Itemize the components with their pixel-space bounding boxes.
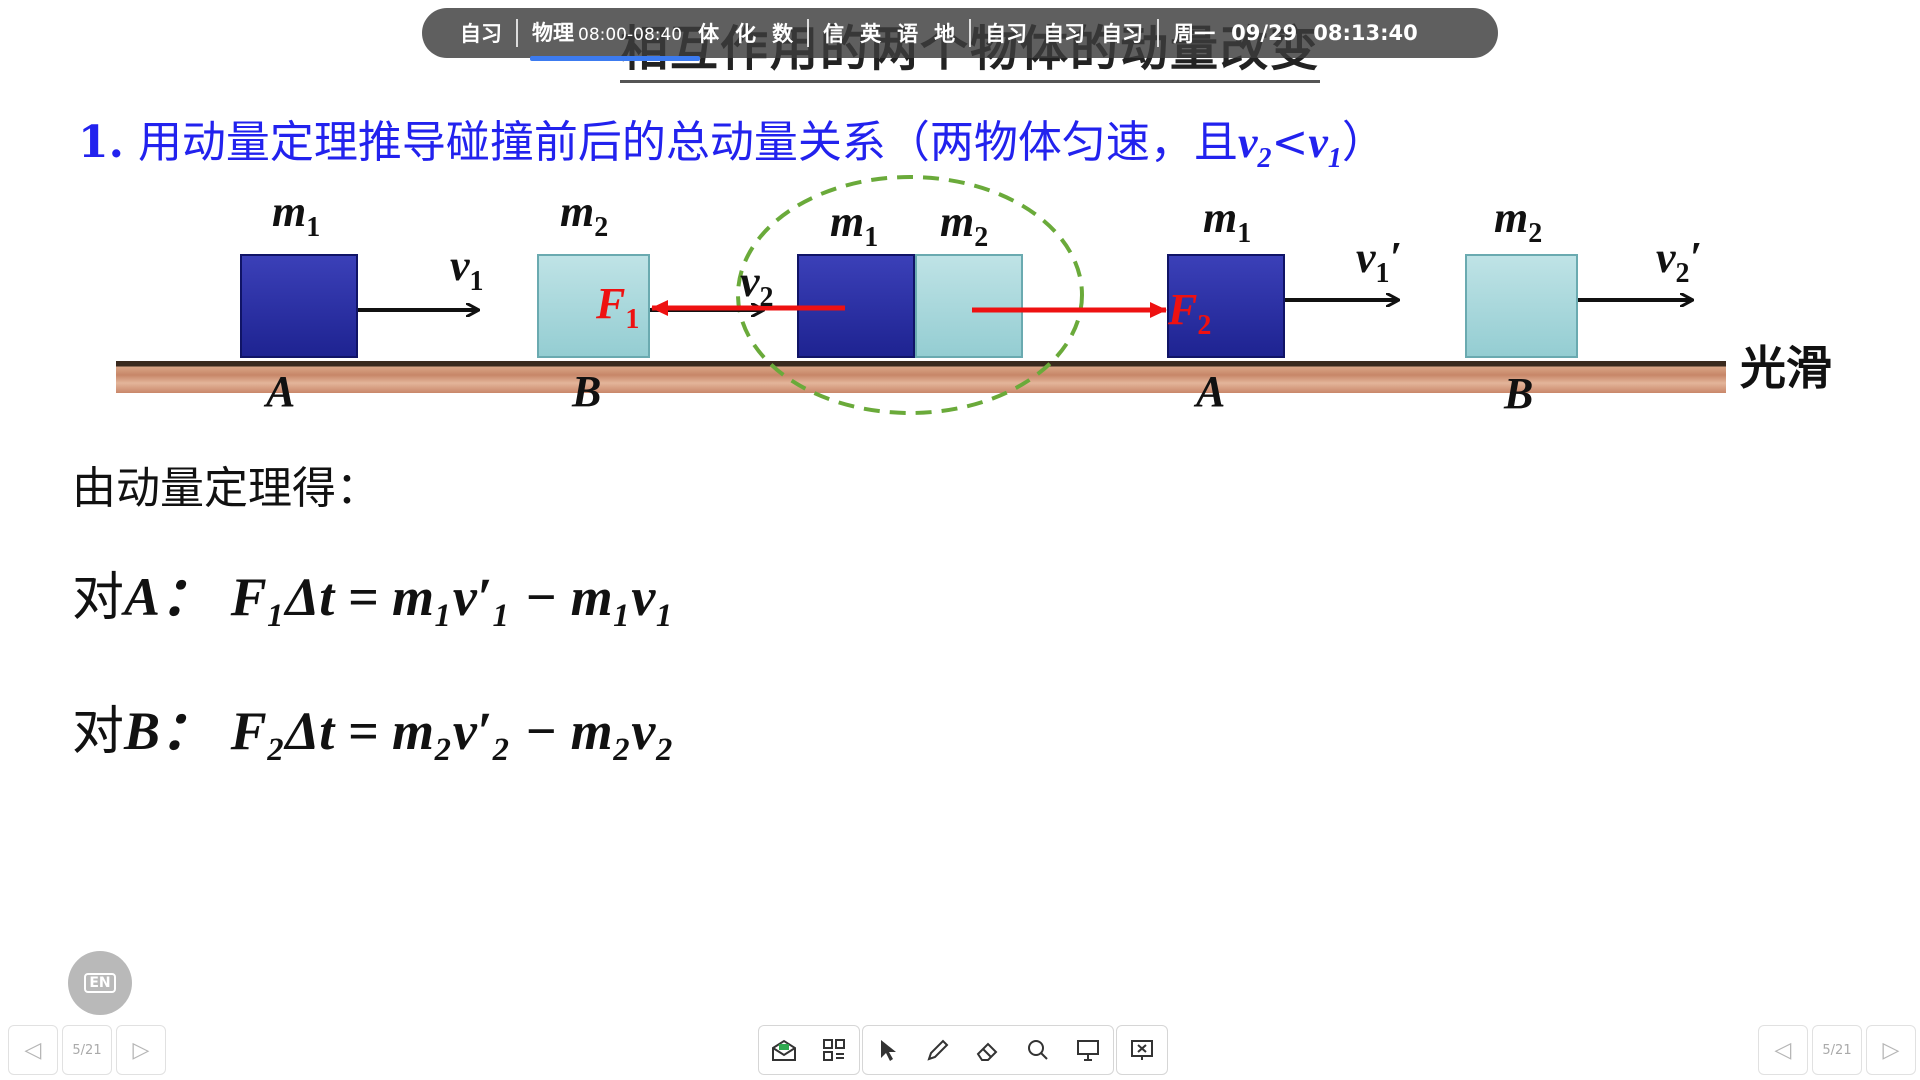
class-group3-2: 自习 xyxy=(1101,22,1144,46)
language-icon: EN xyxy=(84,973,116,993)
label-m1-right: m1 xyxy=(1203,193,1252,249)
select-tool-button[interactable] xyxy=(863,1026,913,1074)
label-m1-mid: m1 xyxy=(830,197,879,253)
search-icon xyxy=(1028,1040,1048,1060)
board-tool-button[interactable] xyxy=(1063,1026,1113,1074)
label-m1-left: m1 xyxy=(272,187,321,243)
class-group3-1: 自习 xyxy=(1043,22,1086,46)
language-toggle-button[interactable]: EN xyxy=(68,951,132,1015)
weekday: 周一 xyxy=(1173,22,1216,46)
question-v1: v1 xyxy=(1308,118,1342,174)
equation-b-formula: F₂Δt = m₂v′₂ − m₂v₂ xyxy=(230,701,675,761)
toolbar-group-drawing xyxy=(862,1025,1114,1075)
smooth-ground xyxy=(116,361,1726,393)
resource-button[interactable] xyxy=(759,1026,809,1074)
class-group2-1: 英 xyxy=(860,22,882,46)
label-m2-mid: m2 xyxy=(940,197,989,253)
apps-grid-button[interactable] xyxy=(809,1026,859,1074)
label-v1: v1 xyxy=(450,241,484,297)
block-a-collision xyxy=(797,254,915,358)
page-nav-right: ◁ 5/21 ▷ xyxy=(1758,1025,1916,1075)
divider xyxy=(1157,19,1160,47)
bottom-toolbar xyxy=(758,1025,1168,1075)
upcoming-class-2: 数 xyxy=(772,22,794,46)
class-group3-0: 自习 xyxy=(985,22,1028,46)
question-number: 1. xyxy=(78,117,124,168)
block-b-after xyxy=(1465,254,1578,358)
label-v2: v2 xyxy=(740,257,774,313)
close-screen-icon xyxy=(1131,1040,1153,1060)
question-line: 1. 用动量定理推导碰撞前后的总动量关系（两物体匀速，且v2<v1） xyxy=(78,106,1386,175)
search-tool-button[interactable] xyxy=(1013,1026,1063,1074)
equation-a: 对A： F₁Δt = m₁v′₁ − m₁v₁ xyxy=(72,567,675,628)
upcoming-class-1: 化 xyxy=(735,22,757,46)
block-a-before xyxy=(240,254,358,358)
current-class: 物理 08:00-08:40 xyxy=(524,17,701,61)
eraser-tool-button[interactable] xyxy=(963,1026,1013,1074)
upcoming-class-0: 体 xyxy=(698,22,720,46)
cursor-arrow-icon xyxy=(881,1040,896,1061)
label-f2: F2 xyxy=(1168,285,1212,341)
presentation-board-icon xyxy=(1077,1040,1099,1061)
page-nav-left: ◁ 5/21 ▷ xyxy=(8,1025,166,1075)
chevron-right-icon: ▷ xyxy=(132,1037,150,1063)
class-group2-0: 信 xyxy=(823,22,845,46)
label-f1: F1 xyxy=(596,279,640,335)
equation-a-formula: F₁Δt = m₁v′₁ − m₁v₁ xyxy=(230,567,675,627)
question-close: ） xyxy=(1341,117,1386,168)
divider xyxy=(969,19,972,47)
schedule-prev-label: 自习 xyxy=(460,22,502,46)
divider xyxy=(807,19,810,47)
label-m2-right: m2 xyxy=(1494,193,1543,249)
eraser-icon xyxy=(976,1042,998,1061)
class-group2-3: 地 xyxy=(934,22,956,46)
prev-page-button-right[interactable]: ◁ xyxy=(1758,1025,1808,1075)
question-lt: < xyxy=(1271,117,1309,168)
next-page-button-right[interactable]: ▷ xyxy=(1866,1025,1916,1075)
pen-icon xyxy=(927,1039,949,1061)
exit-presentation-button[interactable] xyxy=(1117,1026,1167,1074)
clock: 08:13:40 xyxy=(1313,21,1418,45)
chevron-left-icon: ◁ xyxy=(24,1037,42,1063)
date: 09/29 xyxy=(1231,21,1298,45)
pen-tool-button[interactable] xyxy=(913,1026,963,1074)
smooth-surface-label: 光滑 xyxy=(1740,341,1832,395)
label-v2-prime: v2′ xyxy=(1656,233,1702,289)
page-indicator-right[interactable]: 5/21 xyxy=(1812,1025,1862,1075)
chevron-left-icon: ◁ xyxy=(1774,1037,1792,1063)
prev-page-button[interactable]: ◁ xyxy=(8,1025,58,1075)
divider xyxy=(516,19,518,47)
chevron-right-icon: ▷ xyxy=(1882,1037,1900,1063)
label-m2-left: m2 xyxy=(560,187,609,243)
page-indicator[interactable]: 5/21 xyxy=(62,1025,112,1075)
toolbar-group-apps xyxy=(758,1025,860,1075)
label-a-right: A xyxy=(1196,367,1226,416)
class-group2-2: 语 xyxy=(897,22,919,46)
equation-b: 对B： F₂Δt = m₂v′₂ − m₂v₂ xyxy=(72,701,675,762)
label-b-right: B xyxy=(1504,369,1534,418)
question-text: 用动量定理推导碰撞前后的总动量关系（两物体匀速，且 xyxy=(137,117,1238,168)
momentum-theorem-intro: 由动量定理得： xyxy=(72,463,380,514)
label-v1-prime: v1′ xyxy=(1356,233,1402,289)
next-page-button[interactable]: ▷ xyxy=(116,1025,166,1075)
question-v2: v2 xyxy=(1237,118,1272,174)
envelope-box-icon xyxy=(772,1039,796,1061)
toolbar-group-exit xyxy=(1116,1025,1168,1075)
block-b-collision xyxy=(915,254,1023,358)
grid-icon xyxy=(823,1039,845,1061)
label-a-left: A xyxy=(266,367,296,416)
label-b-left: B xyxy=(572,367,602,416)
schedule-bar[interactable]: 自习 物理 08:00-08:40 体 化 数 信 英 语 地 自习 自习 自习 … xyxy=(422,8,1498,61)
